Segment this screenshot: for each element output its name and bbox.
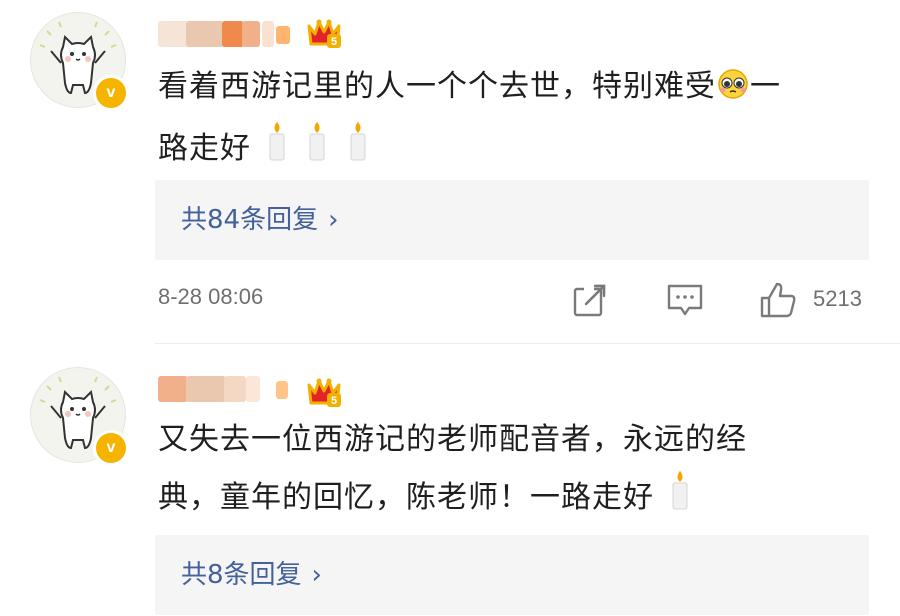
candle-emoji-icon xyxy=(665,469,695,531)
verified-badge: v xyxy=(93,430,129,466)
comment-1: v 5 看着西游记里的人一个个去世，特别难受一 路走好 共84条回复 › 8-2… xyxy=(0,0,900,345)
chevron-right-icon: › xyxy=(311,560,322,590)
comment-text-line1: 又失去一位西游记的老师配音者，永远的经 xyxy=(158,422,747,457)
verified-badge: v xyxy=(93,75,129,111)
comment-text: 又失去一位西游记的老师配音者，永远的经 典，童年的回忆，陈老师！一路走好 xyxy=(158,411,858,531)
comment-footer: 8-28 08:06 5213 xyxy=(0,280,900,322)
candle-emoji-icon xyxy=(262,120,292,182)
comment-text-line2: 路走好 xyxy=(158,131,251,166)
replies-count-label: 共84条回复 xyxy=(181,205,319,235)
share-icon[interactable] xyxy=(570,280,610,320)
crown-level: 5 xyxy=(331,36,337,48)
like-count: 5213 xyxy=(813,286,862,311)
avatar[interactable]: v xyxy=(30,367,129,466)
avatar[interactable]: v xyxy=(30,12,129,111)
replies-box: 共8条回复 › xyxy=(155,535,869,615)
divider xyxy=(155,343,900,344)
crown-level: 5 xyxy=(331,395,337,407)
pleading-face-emoji-icon xyxy=(716,62,750,120)
candle-emoji-icon xyxy=(343,120,373,182)
view-replies-link[interactable]: 共8条回复 › xyxy=(181,555,322,595)
username-redacted[interactable] xyxy=(158,17,298,51)
comment-2: v 5 又失去一位西游记的老师配音者，永远的经 典，童年的回忆，陈老师！一路走好… xyxy=(0,345,900,616)
replies-box: 共84条回复 › xyxy=(155,180,869,260)
thumbs-up-icon[interactable] xyxy=(758,280,798,320)
comment-time: 8-28 08:06 xyxy=(158,284,264,309)
comment-text: 看着西游记里的人一个个去世，特别难受一 路走好 xyxy=(158,58,858,182)
crown-badge-icon: 5 xyxy=(307,19,341,48)
view-replies-link[interactable]: 共84条回复 › xyxy=(181,200,339,240)
replies-count-label: 共8条回复 xyxy=(181,560,302,590)
username-redacted[interactable] xyxy=(158,372,298,406)
comment-text-line1: 看着西游记里的人一个个去世，特别难受 xyxy=(158,69,716,104)
comment-text-line2: 典，童年的回忆，陈老师！一路走好 xyxy=(158,480,654,515)
comment-icon[interactable] xyxy=(665,280,705,320)
comment-text-line1-end: 一 xyxy=(750,69,781,104)
chevron-right-icon: › xyxy=(328,205,339,235)
crown-badge-icon: 5 xyxy=(307,378,341,407)
candle-emoji-icon xyxy=(302,120,332,182)
